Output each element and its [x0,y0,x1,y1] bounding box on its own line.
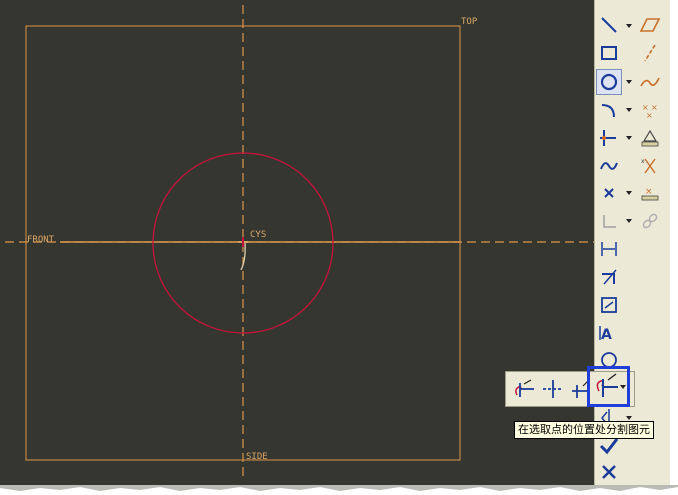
centerline-button[interactable] [637,40,663,66]
spline-button[interactable] [596,153,622,179]
intersect-button[interactable]: x [637,153,663,179]
parallelogram-icon [639,18,661,32]
dynamic-trim-button[interactable] [511,376,537,402]
chain-button[interactable] [637,208,663,234]
side-plane-label: SIDE [246,452,268,462]
top-plane-label: TOP [461,17,478,27]
parallelogram-button[interactable] [637,12,663,38]
fillet-dropdown-arrow[interactable] [626,136,632,140]
mirror-dropdown-arrow[interactable] [626,416,632,420]
chain-icon [642,213,658,229]
csys-label: CYS [250,230,267,240]
svg-text:×: × [646,111,653,120]
centerline-icon [644,44,656,62]
text-button[interactable]: A [596,320,622,346]
cancel-icon [602,465,616,479]
rectangle-icon [601,46,617,60]
svg-text:A: A [601,327,612,343]
modify-icon [602,269,617,285]
x-points-button[interactable]: × × × [637,97,663,123]
cancel-button[interactable] [596,459,622,485]
intersect-icon: x [641,158,656,174]
sketcher-toolbar: A × × × x × [594,0,670,485]
svg-text:×: × [645,187,653,197]
dimension-icon [601,242,617,256]
tooltip: 在选取点的位置处分割图元 [514,421,654,439]
point-dropdown-arrow[interactable] [626,191,632,195]
point-button[interactable] [596,180,622,206]
corner-trim-button[interactable] [540,376,566,402]
coordinate-system-dropdown-arrow[interactable] [626,219,632,223]
circle-icon [600,73,618,91]
sketch-canvas[interactable]: TOP FRONT SIDE CYS [0,0,594,485]
fillet-button[interactable] [596,125,622,151]
circle-dropdown-arrow[interactable] [626,80,632,84]
fillet-icon [600,130,616,146]
x-points-icon: × ×× [642,103,658,120]
arc-icon [601,104,615,118]
text-icon: A [599,326,612,343]
sketch-point-icon: × [641,187,659,201]
measure-icon [641,129,659,147]
divide-at-point-button[interactable] [587,366,630,407]
arc-button[interactable] [596,97,622,123]
spline-icon [600,162,618,170]
sketch-point-button[interactable]: × [637,180,663,206]
line-dropdown-arrow[interactable] [626,24,632,28]
torn-paper-edge [0,485,678,491]
svg-text:x: x [641,158,645,165]
dynamic-trim-icon [515,379,534,397]
sketcher-window: TOP FRONT SIDE CYS A × × × x × [0,0,670,485]
constraint-icon [601,297,617,313]
rectangle-button[interactable] [596,40,622,66]
spline-curve-icon [640,77,660,87]
dimension-button[interactable] [596,236,622,262]
line-button[interactable] [596,12,622,38]
modify-button[interactable] [596,264,622,290]
point-icon [604,188,614,198]
circle-button[interactable] [596,69,622,95]
arc-dropdown-arrow[interactable] [626,108,632,112]
sketch-graphics [5,5,594,480]
spline-sketch-button[interactable] [637,69,663,95]
coordinate-system-button[interactable] [596,208,622,234]
constraint-button[interactable] [596,292,622,318]
measure-button[interactable] [637,125,663,151]
corner-trim-icon [543,380,563,398]
line-icon [601,17,617,33]
divide-at-point-icon [596,373,626,397]
front-plane-label: FRONT [27,235,55,245]
coordinate-system-icon [603,215,616,228]
csys-marker [238,237,248,271]
